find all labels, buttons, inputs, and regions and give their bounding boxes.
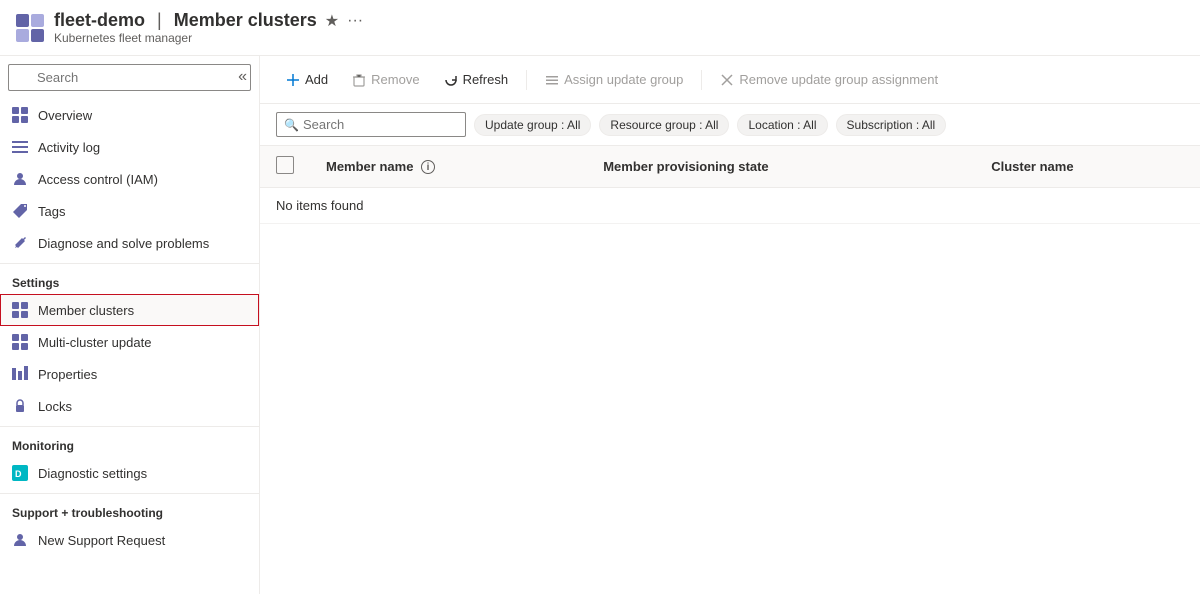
overview-icon (12, 107, 28, 123)
main-content: Add Remove Refresh Assign update group R… (260, 56, 1200, 594)
support-section-header: Support + troubleshooting (0, 493, 259, 524)
sidebar-item-locks[interactable]: Locks (0, 390, 259, 422)
member-clusters-icon (12, 302, 28, 318)
assign-icon (545, 73, 559, 87)
remove-icon (352, 73, 366, 87)
sidebar-item-label-activity-log: Activity log (38, 140, 100, 155)
filter-chip-subscription[interactable]: Subscription : All (836, 114, 947, 136)
sidebar-item-label-multi-cluster: Multi-cluster update (38, 335, 151, 350)
sidebar-item-label-overview: Overview (38, 108, 92, 123)
empty-message: No items found (260, 188, 1200, 224)
filter-chip-update-group[interactable]: Update group : All (474, 114, 591, 136)
app-icon (16, 14, 44, 42)
sidebar-item-multi-cluster-update[interactable]: Multi-cluster update (0, 326, 259, 358)
filter-chip-resource-group[interactable]: Resource group : All (599, 114, 729, 136)
monitoring-section-header: Monitoring (0, 426, 259, 457)
table-header-checkbox (260, 146, 310, 188)
remove-assignment-icon (720, 73, 734, 87)
filter-chip-label-subscription: Subscription : All (847, 118, 936, 132)
filter-search-input[interactable] (276, 112, 466, 137)
diagnose-icon (12, 235, 28, 251)
refresh-button-label: Refresh (463, 72, 509, 87)
remove-button[interactable]: Remove (342, 67, 429, 92)
table-empty-row: No items found (260, 188, 1200, 224)
toolbar-separator-2 (701, 70, 702, 90)
sidebar-search-input[interactable] (8, 64, 251, 91)
sidebar-collapse-button[interactable]: « (234, 64, 251, 90)
filter-search-icon: 🔍 (284, 118, 299, 132)
more-options-icon[interactable]: ··· (347, 12, 363, 30)
filter-chip-location[interactable]: Location : All (737, 114, 827, 136)
sidebar-item-label-diagnose: Diagnose and solve problems (38, 236, 209, 251)
resource-subtitle: Kubernetes fleet manager (54, 31, 363, 45)
filter-chip-label-location: Location : All (748, 118, 816, 132)
main-layout: 🔍 « Overview Activity log Access control… (0, 56, 1200, 594)
access-control-icon (12, 171, 28, 187)
filters-bar: 🔍 Update group : All Resource group : Al… (260, 104, 1200, 146)
sidebar-search-container: 🔍 « (0, 56, 259, 99)
remove-button-label: Remove (371, 72, 419, 87)
member-clusters-table: Member name i Member provisioning state … (260, 146, 1200, 224)
sidebar-item-label-member-clusters: Member clusters (38, 303, 134, 318)
sidebar-item-member-clusters[interactable]: Member clusters (0, 294, 259, 326)
table-container: Member name i Member provisioning state … (260, 146, 1200, 594)
svg-text:D: D (15, 469, 22, 479)
sidebar-item-label-tags: Tags (38, 204, 65, 219)
sidebar-item-diagnostic-settings[interactable]: D Diagnostic settings (0, 457, 259, 489)
member-name-info-icon[interactable]: i (421, 160, 435, 174)
sidebar-item-properties[interactable]: Properties (0, 358, 259, 390)
support-request-icon (12, 532, 28, 548)
sidebar-item-activity-log[interactable]: Activity log (0, 131, 259, 163)
favorite-icon[interactable]: ★ (325, 11, 339, 31)
sidebar-item-tags[interactable]: Tags (0, 195, 259, 227)
activity-log-icon (12, 139, 28, 155)
sidebar-item-overview[interactable]: Overview (0, 99, 259, 131)
sidebar-item-diagnose[interactable]: Diagnose and solve problems (0, 227, 259, 259)
sidebar-item-label-access-control: Access control (IAM) (38, 172, 158, 187)
remove-assignment-button[interactable]: Remove update group assignment (710, 67, 948, 92)
sidebar-item-label-locks: Locks (38, 399, 72, 414)
settings-section-header: Settings (0, 263, 259, 294)
add-button[interactable]: Add (276, 67, 338, 92)
resource-name: fleet-demo (54, 10, 145, 31)
filter-chip-label-resource-group: Resource group : All (610, 118, 718, 132)
sidebar-search-wrap: 🔍 (0, 56, 259, 99)
toolbar-separator (526, 70, 527, 90)
header-separator: | (157, 10, 162, 31)
locks-icon (12, 398, 28, 414)
assign-update-group-button[interactable]: Assign update group (535, 67, 693, 92)
tags-icon (12, 203, 28, 219)
multi-cluster-icon (12, 334, 28, 350)
assign-button-label: Assign update group (564, 72, 683, 87)
properties-icon (12, 366, 28, 382)
page-header: fleet-demo | Member clusters ★ ··· Kuber… (0, 0, 1200, 56)
sidebar: 🔍 « Overview Activity log Access control… (0, 56, 260, 594)
diagnostic-settings-icon: D (12, 465, 28, 481)
table-header-cluster-name: Cluster name (975, 146, 1200, 188)
sidebar-item-label-support-request: New Support Request (38, 533, 165, 548)
page-title: Member clusters (174, 10, 317, 31)
add-button-label: Add (305, 72, 328, 87)
sidebar-item-new-support-request[interactable]: New Support Request (0, 524, 259, 556)
add-icon (286, 73, 300, 87)
filter-chip-label-update-group: Update group : All (485, 118, 580, 132)
refresh-icon (444, 73, 458, 87)
table-header-member-name: Member name i (310, 146, 587, 188)
sidebar-item-access-control[interactable]: Access control (IAM) (0, 163, 259, 195)
toolbar: Add Remove Refresh Assign update group R… (260, 56, 1200, 104)
refresh-button[interactable]: Refresh (434, 67, 519, 92)
remove-assignment-button-label: Remove update group assignment (739, 72, 938, 87)
sidebar-item-label-properties: Properties (38, 367, 97, 382)
table-header-provisioning-state: Member provisioning state (587, 146, 975, 188)
sidebar-item-label-diagnostic: Diagnostic settings (38, 466, 147, 481)
filter-search-wrap: 🔍 (276, 112, 466, 137)
select-all-checkbox[interactable] (276, 156, 294, 174)
header-title-group: fleet-demo | Member clusters ★ ··· Kuber… (54, 10, 363, 45)
